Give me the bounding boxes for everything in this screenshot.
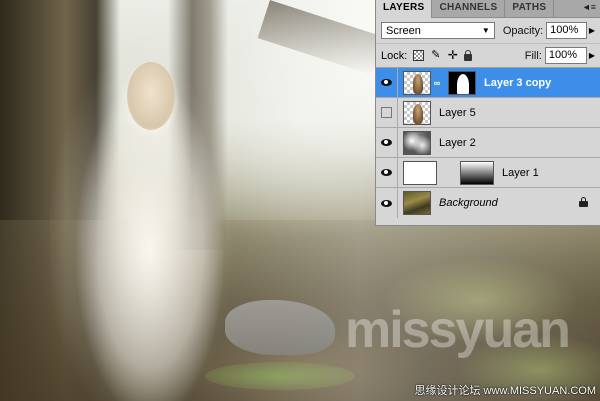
fill-input[interactable]: 100% bbox=[544, 47, 587, 64]
layer-thumbnail[interactable] bbox=[403, 191, 431, 215]
layer-row-layer-3-copy[interactable]: ∞ Layer 3 copy bbox=[376, 67, 600, 98]
layer-row-background[interactable]: Background bbox=[376, 188, 600, 218]
panel-tab-bar: LAYERS CHANNELS PATHS ◄≡ bbox=[376, 0, 600, 18]
watermark-logo: missyuan bbox=[345, 301, 571, 359]
layer-row-layer-1[interactable]: Layer 1 bbox=[376, 157, 600, 188]
layer-mask-thumbnail[interactable] bbox=[460, 160, 494, 185]
lock-image-pixels-icon[interactable]: ✎ bbox=[430, 50, 441, 61]
layer-thumbnail[interactable] bbox=[403, 130, 431, 155]
eye-icon bbox=[381, 169, 392, 176]
ghost-figure-head bbox=[127, 62, 175, 130]
blend-mode-select[interactable]: Screen ▼ bbox=[381, 22, 495, 39]
lock-row: Lock: ✎ ✛ Fill: 100% ▶ bbox=[376, 44, 600, 68]
blend-row: Screen ▼ Opacity: 100% ▶ bbox=[376, 18, 600, 44]
figure-thumbnail-icon bbox=[413, 73, 423, 94]
layer-name[interactable]: Background bbox=[439, 197, 498, 209]
silhouette-mask-icon bbox=[457, 73, 469, 94]
opacity-input[interactable]: 100% bbox=[546, 22, 587, 39]
figure-thumbnail-icon bbox=[413, 103, 423, 124]
visibility-toggle[interactable] bbox=[376, 67, 398, 98]
layer-name[interactable]: Layer 3 copy bbox=[484, 77, 551, 89]
visibility-toggle[interactable] bbox=[376, 97, 398, 128]
hidden-visibility-box-icon bbox=[381, 107, 392, 118]
panel-menu-icon[interactable]: ◄≡ bbox=[582, 2, 596, 12]
lock-transparent-pixels-icon[interactable] bbox=[413, 50, 425, 61]
fill-label: Fill: bbox=[524, 49, 542, 62]
lock-position-icon[interactable]: ✛ bbox=[447, 49, 458, 61]
layer-name[interactable]: Layer 5 bbox=[439, 107, 476, 119]
eye-icon bbox=[381, 199, 392, 207]
layer-thumbnail[interactable] bbox=[403, 160, 437, 185]
layer-list: ∞ Layer 3 copy Layer 5 Layer 2 Layer 1 B… bbox=[376, 67, 600, 218]
tab-paths[interactable]: PATHS bbox=[505, 0, 555, 17]
eye-icon bbox=[381, 139, 392, 146]
tab-layers[interactable]: LAYERS bbox=[376, 0, 433, 18]
layer-name[interactable]: Layer 1 bbox=[502, 167, 539, 179]
link-chain-icon[interactable]: ∞ bbox=[433, 78, 441, 88]
layer-mask-thumbnail[interactable] bbox=[448, 70, 476, 95]
eye-icon bbox=[381, 79, 392, 86]
layer-thumbnail[interactable] bbox=[403, 100, 431, 125]
layer-thumbnail[interactable] bbox=[403, 70, 431, 95]
blend-mode-value: Screen bbox=[386, 24, 421, 37]
visibility-toggle[interactable] bbox=[376, 127, 398, 158]
lock-all-icon[interactable] bbox=[464, 50, 473, 61]
opacity-slider-arrow-icon[interactable]: ▶ bbox=[589, 26, 595, 35]
tab-channels[interactable]: CHANNELS bbox=[432, 0, 506, 17]
fill-slider-arrow-icon[interactable]: ▶ bbox=[589, 51, 595, 60]
visibility-toggle[interactable] bbox=[376, 157, 398, 188]
layers-panel: LAYERS CHANNELS PATHS ◄≡ Screen ▼ Opacit… bbox=[375, 0, 600, 226]
lock-label: Lock: bbox=[381, 49, 408, 62]
layer-row-layer-5[interactable]: Layer 5 bbox=[376, 97, 600, 128]
layer-name[interactable]: Layer 2 bbox=[439, 137, 476, 149]
visibility-toggle[interactable] bbox=[376, 188, 398, 218]
lock-icon bbox=[579, 197, 588, 207]
layer-row-layer-2[interactable]: Layer 2 bbox=[376, 127, 600, 158]
watermark-text: 思缘设计论坛 www.MISSYUAN.COM bbox=[414, 385, 596, 397]
chevron-down-icon: ▼ bbox=[481, 26, 490, 35]
opacity-label: Opacity: bbox=[502, 24, 544, 37]
